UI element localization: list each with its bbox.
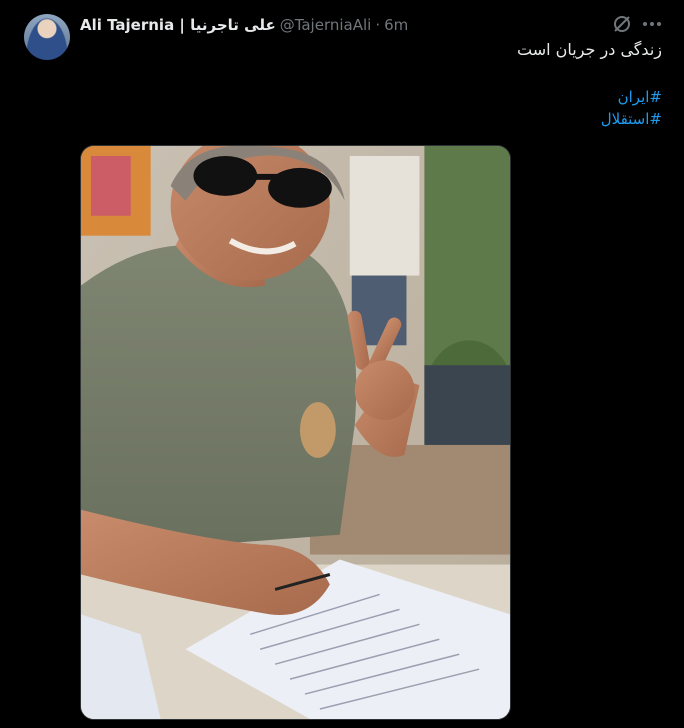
hashtag-esteghlal[interactable]: #استقلال (601, 108, 662, 130)
separator-dot: · (375, 16, 381, 34)
grok-slash-icon[interactable] (612, 14, 632, 34)
display-name[interactable]: Ali Tajernia | علی تاجرنیا (80, 16, 276, 34)
more-dots-icon[interactable] (640, 14, 664, 34)
timestamp[interactable]: 6m (384, 16, 408, 34)
tweet[interactable]: Ali Tajernia | علی تاجرنیا @TajerniaAli … (0, 0, 684, 728)
avatar[interactable] (24, 14, 70, 60)
tweet-text: زندگی در جریان است (517, 40, 662, 59)
hashtags: #ایران #استقلال (601, 86, 662, 130)
hashtag-iran[interactable]: #ایران (601, 86, 662, 108)
photo-illustration (81, 146, 510, 719)
tweet-header: Ali Tajernia | علی تاجرنیا @TajerniaAli … (80, 14, 408, 36)
user-handle[interactable]: @TajerniaAli (280, 16, 372, 34)
tweet-photo[interactable] (80, 145, 511, 720)
